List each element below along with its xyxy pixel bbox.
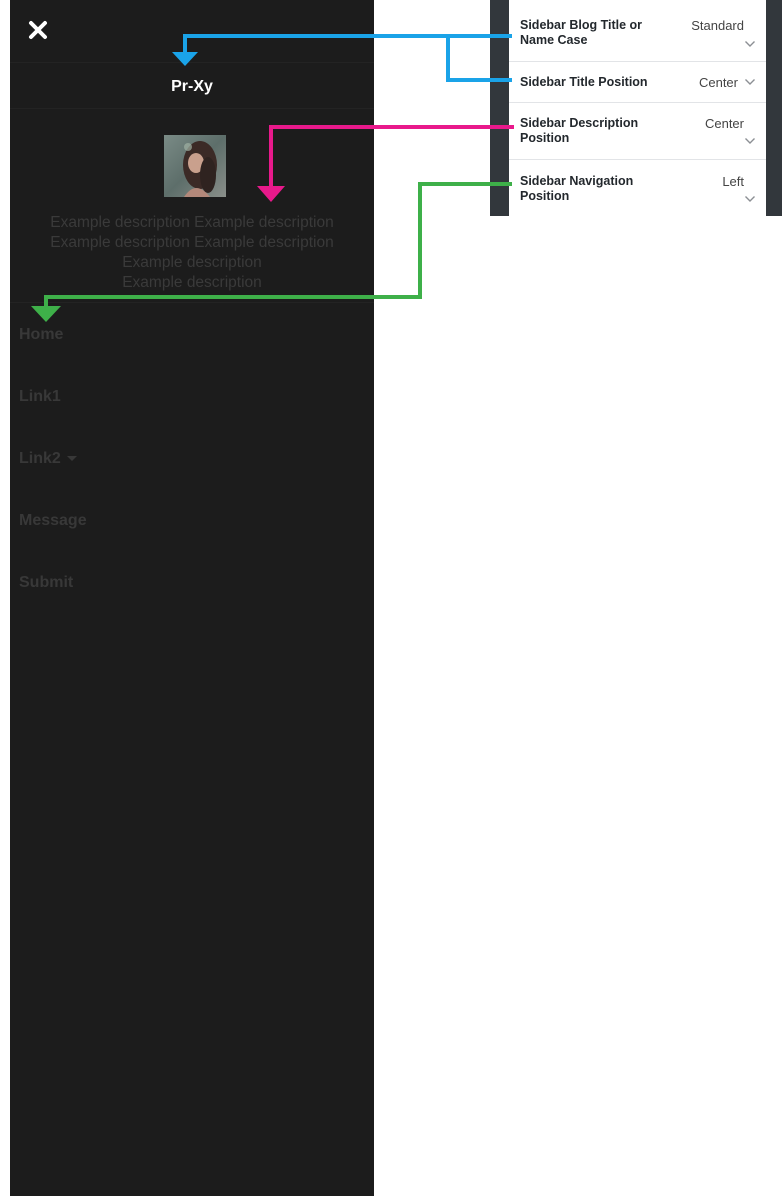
chevron-down-icon xyxy=(745,41,755,47)
divider xyxy=(10,62,374,63)
sidebar-title: Pr-Xy xyxy=(171,78,213,95)
setting-title-position[interactable]: Sidebar Title Position Center xyxy=(509,62,766,103)
chevron-down-icon xyxy=(745,196,755,202)
nav-item-link1[interactable]: Link1 xyxy=(19,388,87,450)
setting-label: Sidebar Title Position xyxy=(520,75,648,89)
setting-value: Center xyxy=(698,75,738,90)
caret-down-icon xyxy=(66,456,77,462)
description-line: Example description xyxy=(122,254,262,271)
sidebar-description: Example description Example description … xyxy=(10,213,374,293)
setting-description-position[interactable]: Sidebar Description Position Center xyxy=(509,103,766,160)
setting-value: Center xyxy=(704,116,744,131)
description-line: Example description Example description xyxy=(50,214,334,231)
setting-label: Sidebar Description Position xyxy=(520,116,639,145)
page: Pr-Xy Example description Example descri… xyxy=(0,0,782,1196)
setting-value: Left xyxy=(722,174,744,189)
settings-panel: Sidebar Blog Title or Name Case Standard… xyxy=(509,0,766,216)
avatar xyxy=(164,135,226,197)
nav-item-label: Submit xyxy=(19,574,74,591)
setting-value: Standard xyxy=(691,18,744,33)
setting-label: Sidebar Navigation Position xyxy=(520,174,634,203)
sidebar: Pr-Xy Example description Example descri… xyxy=(10,0,374,1196)
nav-item-link2[interactable]: Link2 xyxy=(19,450,87,512)
close-icon xyxy=(29,21,47,39)
description-line: Example description Example description xyxy=(50,234,334,251)
chevron-down-icon xyxy=(745,79,755,85)
nav-item-home[interactable]: Home xyxy=(19,326,87,388)
divider xyxy=(10,108,374,109)
nav-item-label: Home xyxy=(19,326,64,343)
nav-item-label: Link2 xyxy=(19,450,61,467)
nav-item-label: Message xyxy=(19,512,87,529)
nav-item-message[interactable]: Message xyxy=(19,512,87,574)
chevron-down-icon xyxy=(745,138,755,144)
nav-item-submit[interactable]: Submit xyxy=(19,574,87,636)
sidebar-navigation: Home Link1 Link2 Message Submit xyxy=(19,326,87,636)
description-line: Example description xyxy=(122,274,262,291)
setting-navigation-position[interactable]: Sidebar Navigation Position Left xyxy=(509,160,766,216)
nav-item-label: Link1 xyxy=(19,388,61,405)
setting-title-case[interactable]: Sidebar Blog Title or Name Case Standard xyxy=(509,0,766,62)
divider xyxy=(10,302,374,303)
setting-label: Sidebar Blog Title or Name Case xyxy=(520,18,643,47)
close-button[interactable] xyxy=(28,20,48,40)
